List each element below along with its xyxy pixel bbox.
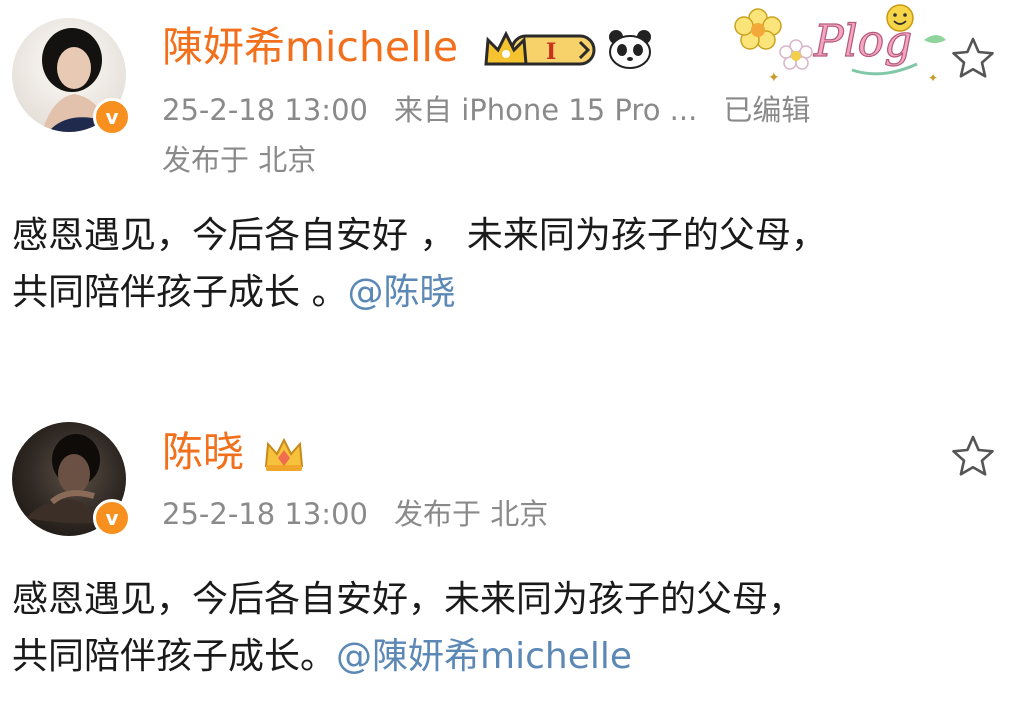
post-text-line: 感恩遇见，今后各自安好 ， 未来同为孩子的父母， <box>12 215 827 256</box>
post-time: 25-2-18 13:00 <box>162 93 368 127</box>
author-name[interactable]: 陳妍希michelle <box>162 22 458 72</box>
mention-link[interactable]: @陈晓 <box>347 272 455 313</box>
post-text-line: 共同陪伴孩子成长。@陳妍希michelle <box>12 628 1002 685</box>
post-location: 发布于 北京 <box>162 143 317 177</box>
favorite-star-icon[interactable] <box>949 34 997 82</box>
weibo-post-2: v 陈晓 25-2-18 13:00 发布于 北京 感恩遇见，今后各自安好，未来同… <box>0 400 1013 700</box>
edited-label[interactable]: 已编辑 <box>723 93 810 127</box>
post-text-line: 感恩遇见，今后各自安好，未来同为孩子的父母， <box>12 579 805 620</box>
author-name[interactable]: 陈晓 <box>162 427 244 477</box>
post-content: 感恩遇见，今后各自安好，未来同为孩子的父母， 共同陪伴孩子成长。@陳妍希mich… <box>12 571 1002 685</box>
verified-badge-icon: v <box>93 98 131 136</box>
post-text-line: 共同陪伴孩子成长 。@陈晓 <box>12 264 1002 321</box>
verified-badge-icon: v <box>93 499 131 537</box>
crown-badge-icon <box>264 437 304 471</box>
mention-link[interactable]: @陳妍希michelle <box>336 636 632 677</box>
post-meta: 25-2-18 13:00 发布于 北京 <box>162 494 574 534</box>
vip-level-badge-icon: I <box>484 30 596 66</box>
post-text: 共同陪伴孩子成长。 <box>12 636 337 677</box>
post-text: 共同陪伴孩子成长 。 <box>12 272 348 313</box>
post-meta: 25-2-18 13:00 来自 iPhone 15 Pro ... 已编辑 <box>162 90 836 130</box>
plog-sticker-icon: Plog ✦ ✦ <box>734 4 946 86</box>
post-location: 发布于 北京 <box>393 497 549 531</box>
svg-text:✦: ✦ <box>768 70 780 86</box>
post-source: 来自 iPhone 15 Pro ... <box>393 93 698 127</box>
favorite-star-icon[interactable] <box>949 432 997 480</box>
post-time: 25-2-18 13:00 <box>162 497 368 531</box>
level-text: I <box>546 39 556 65</box>
post-content: 感恩遇见，今后各自安好 ， 未来同为孩子的父母， 共同陪伴孩子成长 。@陈晓 <box>12 207 1002 321</box>
svg-text:✦: ✦ <box>928 71 938 85</box>
panda-icon <box>609 30 651 69</box>
weibo-post-1: v 陳妍希michelle I Plog ✦ ✦ 25-2-18 13:00 来… <box>0 0 1013 360</box>
